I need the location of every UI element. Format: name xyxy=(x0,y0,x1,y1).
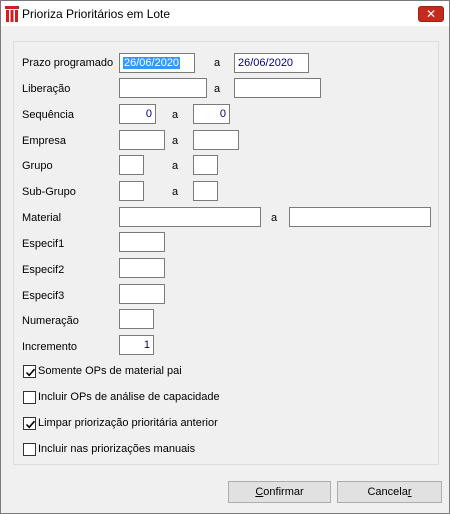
checkbox-unchecked[interactable] xyxy=(23,443,36,456)
especif3-input[interactable] xyxy=(119,284,165,304)
subgrupo-from-input[interactable] xyxy=(119,181,144,201)
especif1-input[interactable] xyxy=(119,232,165,252)
close-button[interactable]: ✕ xyxy=(418,6,444,22)
especif2-input[interactable] xyxy=(119,258,165,278)
material-to-input[interactable] xyxy=(289,207,431,227)
incremento-value: 1 xyxy=(143,339,150,351)
grupo-label: Grupo xyxy=(22,160,53,172)
cancel-label: Cancela xyxy=(367,486,408,498)
empresa-from-input[interactable] xyxy=(119,130,165,150)
prazo-to-input[interactable]: 26/06/2020 xyxy=(234,53,309,73)
material-label: Material xyxy=(22,212,62,224)
empresa-separator: a xyxy=(172,135,179,147)
liberacao-label: Liberação xyxy=(22,83,71,95)
grupo-from-input[interactable] xyxy=(119,155,144,175)
sequencia-from-value: 0 xyxy=(145,108,152,120)
liberacao-separator: a xyxy=(214,83,221,95)
subgrupo-separator: a xyxy=(172,186,179,198)
incremento-input[interactable]: 1 xyxy=(119,335,154,355)
option-incluir-ops-analise-capacidade[interactable]: Incluir OPs de análise de capacidade xyxy=(23,391,233,405)
confirm-button[interactable]: Confirmar xyxy=(228,481,331,503)
option-label: Incluir nas priorizações manuais xyxy=(38,443,196,455)
confirm-label: onfirmar xyxy=(263,486,304,498)
checkmark-icon xyxy=(25,368,36,377)
window-title: Prioriza Prioritários em Lote xyxy=(22,7,171,21)
dialog-window: Prioriza Prioritários em Lote ✕ Prazo pr… xyxy=(0,0,450,514)
checkbox-unchecked[interactable] xyxy=(23,391,36,404)
sequencia-from-input[interactable]: 0 xyxy=(119,104,156,124)
option-label: Somente OPs de material pai xyxy=(38,365,182,377)
sequencia-to-input[interactable]: 0 xyxy=(193,104,230,124)
prazo-to-value: 26/06/2020 xyxy=(238,57,294,69)
liberacao-from-input[interactable] xyxy=(119,78,207,98)
option-limpar-priorizacao-anterior[interactable]: Limpar priorização prioritária anterior xyxy=(23,417,238,431)
liberacao-to-input[interactable] xyxy=(234,78,321,98)
numeracao-input[interactable] xyxy=(119,309,154,329)
cancel-accel: r xyxy=(407,486,412,498)
especif2-label: Especif2 xyxy=(22,264,65,276)
sequencia-to-value: 0 xyxy=(219,108,226,120)
checkbox-checked[interactable] xyxy=(23,365,36,378)
especif1-label: Especif1 xyxy=(22,238,65,250)
especif3-label: Especif3 xyxy=(22,290,65,302)
option-incluir-priorizacoes-manuais[interactable]: Incluir nas priorizações manuais xyxy=(23,443,213,457)
checkmark-icon xyxy=(25,420,36,429)
sequencia-separator: a xyxy=(172,109,179,121)
subgrupo-label: Sub-Grupo xyxy=(22,186,76,198)
option-label: Incluir OPs de análise de capacidade xyxy=(38,391,220,403)
cancel-button[interactable]: Cancelar xyxy=(337,481,442,503)
empresa-to-input[interactable] xyxy=(193,130,239,150)
grupo-separator: a xyxy=(172,160,179,172)
subgrupo-to-input[interactable] xyxy=(193,181,218,201)
prazo-from-value: 26/06/2020 xyxy=(123,57,181,69)
prazo-separator: a xyxy=(214,57,221,69)
option-somente-ops-material-pai[interactable]: Somente OPs de material pai xyxy=(23,365,223,379)
sequencia-label: Sequência xyxy=(22,109,74,121)
option-label: Limpar priorização prioritária anterior xyxy=(38,417,218,429)
close-icon: ✕ xyxy=(425,7,437,21)
checkbox-checked[interactable] xyxy=(23,417,36,430)
empresa-label: Empresa xyxy=(22,135,67,147)
prazo-from-input[interactable]: 26/06/2020 xyxy=(119,53,195,73)
prazo-label: Prazo programado xyxy=(22,57,114,69)
material-from-input[interactable] xyxy=(119,207,261,227)
numeracao-label: Numeração xyxy=(22,315,79,327)
grupo-to-input[interactable] xyxy=(193,155,218,175)
incremento-label: Incremento xyxy=(22,341,78,353)
app-logo-icon xyxy=(5,6,19,22)
title-bar[interactable]: Prioriza Prioritários em Lote ✕ xyxy=(1,1,449,26)
material-separator: a xyxy=(271,212,278,224)
